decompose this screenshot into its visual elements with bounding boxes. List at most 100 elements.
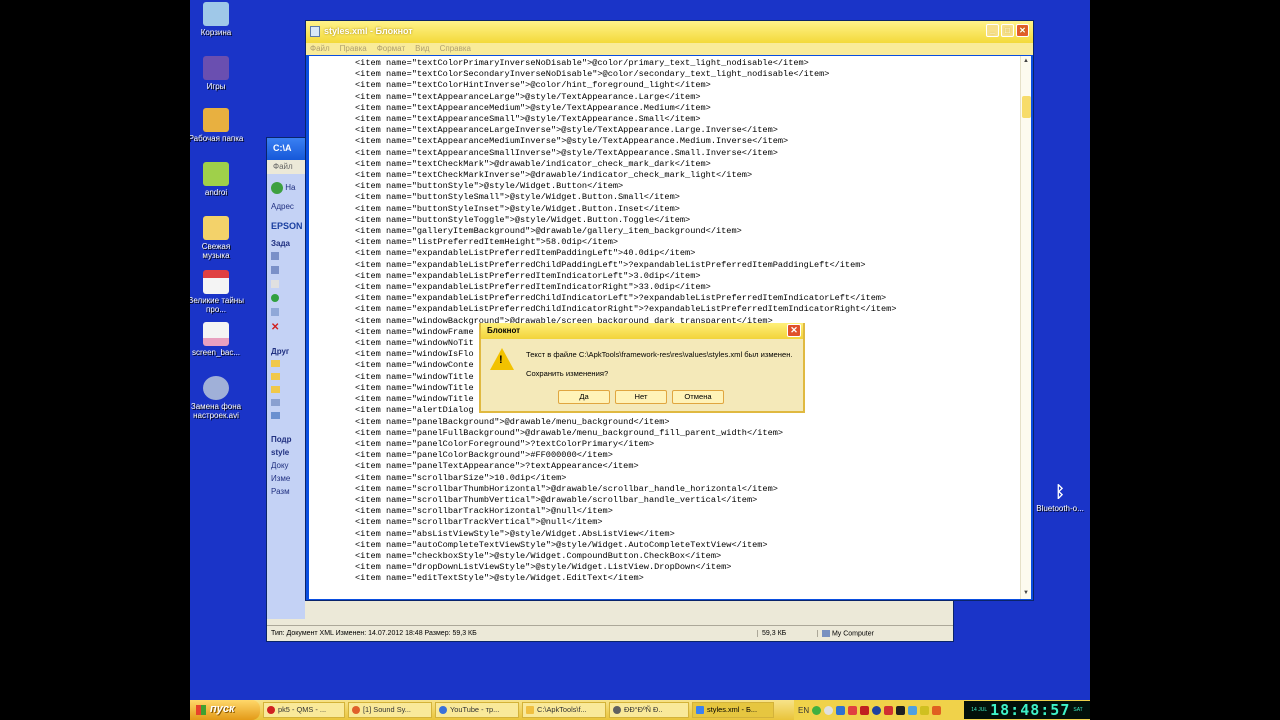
- taskbar-item[interactable]: YouTube - тр...: [435, 702, 519, 718]
- tray-icon[interactable]: [920, 705, 930, 715]
- dialog-title: Блокнот: [487, 326, 521, 335]
- folder-icon: [526, 706, 534, 714]
- tray-icon[interactable]: [848, 705, 858, 715]
- save-changes-dialog[interactable]: Блокнот ✕ ! Текст в файле C:\ApkTools\fr…: [479, 323, 805, 413]
- code-line: <item name="buttonStyle">@style/Widget.B…: [355, 181, 624, 192]
- windows-flag-icon: [196, 705, 206, 715]
- tasks-section-head[interactable]: Зада: [267, 233, 305, 250]
- tray-icon[interactable]: [896, 705, 906, 715]
- menu-file[interactable]: Файл: [310, 44, 330, 54]
- dialog-titlebar[interactable]: Блокнот ✕: [481, 323, 803, 339]
- clock[interactable]: 14 JUL 18:48:57 SAT: [964, 701, 1090, 719]
- task-item-icon[interactable]: [267, 278, 305, 292]
- desktop-icon-games[interactable]: Игры: [190, 56, 244, 91]
- no-button[interactable]: Нет: [615, 390, 667, 404]
- notepad-icon: [696, 706, 704, 714]
- desktop-icon-video[interactable]: Замена фона настроек.avi: [190, 376, 244, 420]
- desktop-icon-android[interactable]: androi: [190, 162, 244, 197]
- status-file-info: Тип: Документ XML Изменен: 14.07.2012 18…: [271, 630, 477, 637]
- code-line: <item name="editTextStyle">@style/Widget…: [355, 573, 644, 584]
- close-button[interactable]: ✕: [1016, 24, 1029, 37]
- task-item-icon[interactable]: [267, 264, 305, 278]
- back-button[interactable]: На: [267, 180, 305, 196]
- language-indicator[interactable]: EN: [798, 706, 809, 715]
- taskbar-item[interactable]: [1] Sound Sy...: [348, 702, 432, 718]
- place-item[interactable]: [267, 371, 305, 384]
- notepad-menubar: Файл Правка Формат Вид Справка: [306, 43, 1033, 55]
- tray-icon[interactable]: [836, 705, 846, 715]
- notepad-titlebar[interactable]: styles.xml - Блокнот _ □ ✕: [306, 21, 1033, 43]
- start-button[interactable]: пуск: [190, 700, 260, 720]
- task-icon: [271, 308, 279, 316]
- task-item-icon[interactable]: [267, 250, 305, 264]
- vertical-scrollbar[interactable]: ▲ ▼: [1020, 56, 1031, 599]
- code-line: <item name="buttonStyleSmall">@style/Wid…: [355, 192, 680, 203]
- desktop-icon-bluetooth[interactable]: ᛒ Bluetooth-о...: [1030, 484, 1090, 513]
- place-item[interactable]: [267, 397, 305, 410]
- details-changed: Изме: [271, 474, 291, 483]
- minimize-button[interactable]: _: [986, 24, 999, 37]
- desktop-icon-screen-bac[interactable]: screen_bac...: [190, 322, 244, 357]
- menu-view[interactable]: Вид: [415, 44, 429, 54]
- taskbar-item-active[interactable]: styles.xml - Б...: [692, 702, 774, 718]
- tray-icon[interactable]: [884, 705, 894, 715]
- taskbar-item[interactable]: pk5 - QMS - ...: [263, 702, 345, 718]
- tray-icon[interactable]: [908, 705, 918, 715]
- chrome-icon: [439, 706, 447, 714]
- desktop-icon-pdf[interactable]: Великие тайны про...: [190, 270, 244, 314]
- details-size: Разм: [271, 487, 290, 496]
- scroll-down-arrow-icon[interactable]: ▼: [1021, 588, 1031, 599]
- network-tray-icon[interactable]: [812, 705, 822, 715]
- status-size: 59,3 КБ: [757, 630, 817, 637]
- details-section-head[interactable]: Подр: [267, 429, 305, 446]
- dialog-message: Текст в файле C:\ApkTools\framework-res\…: [526, 350, 793, 359]
- taskbar-item[interactable]: ÐÐ°ÐºÑ Ð..: [609, 702, 689, 718]
- notepad-title: styles.xml - Блокнот: [324, 26, 413, 36]
- tray-icon[interactable]: [860, 705, 870, 715]
- desktop-icon-recycle-bin[interactable]: Корзина: [190, 2, 244, 37]
- code-line: <item name="expandableListPreferredItemI…: [355, 282, 711, 293]
- maximize-button[interactable]: □: [1001, 24, 1014, 37]
- other-section-head[interactable]: Друг: [267, 341, 305, 358]
- details-type: Доку: [271, 461, 289, 470]
- code-line: <item name="textCheckMark">@drawable/ind…: [355, 158, 711, 169]
- globe-icon: [271, 294, 279, 302]
- task-item-icon[interactable]: [267, 292, 305, 306]
- code-line: <item name="autoCompleteTextViewStyle">@…: [355, 539, 768, 550]
- explorer-sidebar: На Адрес EPSON Зада ✕ Друг Подр style До…: [267, 174, 305, 619]
- menu-edit[interactable]: Правка: [340, 44, 367, 54]
- opera-icon: [267, 706, 275, 714]
- menu-format[interactable]: Формат: [377, 44, 405, 54]
- task-item-delete[interactable]: ✕: [267, 320, 305, 335]
- dialog-close-button[interactable]: ✕: [787, 324, 801, 337]
- scroll-up-arrow-icon[interactable]: ▲: [1021, 56, 1031, 67]
- code-line: <item name="textAppearanceMedium">@style…: [355, 102, 711, 113]
- place-item[interactable]: [267, 410, 305, 423]
- code-line: <item name="scrollbarTrackVertical">@nul…: [355, 517, 603, 528]
- code-line: <item name="buttonStyleToggle">@style/Wi…: [355, 214, 691, 225]
- folder-icon: [271, 386, 280, 393]
- code-line: <item name="expandableListPreferredItemP…: [355, 248, 696, 259]
- desktop-icon-work-folder[interactable]: Рабочая папка: [190, 108, 244, 143]
- code-line: <item name="textAppearanceLarge">@style/…: [355, 91, 701, 102]
- bluetooth-icon: ᛒ: [1055, 484, 1065, 501]
- place-item[interactable]: [267, 358, 305, 371]
- folder-icon: [271, 373, 280, 380]
- cancel-button[interactable]: Отмена: [672, 390, 724, 404]
- tray-icon[interactable]: [932, 705, 942, 715]
- scrollbar-thumb[interactable]: [1022, 96, 1031, 118]
- warning-exclamation: !: [499, 354, 503, 366]
- code-line: <item name="textAppearanceSmallInverse">…: [355, 147, 778, 158]
- notepad-window[interactable]: styles.xml - Блокнот _ □ ✕ Файл Правка Ф…: [305, 20, 1034, 601]
- menu-help[interactable]: Справка: [440, 44, 471, 54]
- desktop-icon-fresh-music[interactable]: Свежая музыка: [190, 216, 244, 260]
- bluetooth-tray-icon[interactable]: [872, 705, 882, 715]
- app-icon: [613, 706, 621, 714]
- computer-icon: [271, 399, 280, 406]
- place-item[interactable]: [267, 384, 305, 397]
- delete-x-icon: ✕: [271, 322, 280, 333]
- task-item-icon[interactable]: [267, 306, 305, 320]
- taskbar-item[interactable]: C:\ApkTools\f...: [522, 702, 606, 718]
- yes-button[interactable]: Да: [558, 390, 610, 404]
- tray-icon[interactable]: [824, 705, 834, 715]
